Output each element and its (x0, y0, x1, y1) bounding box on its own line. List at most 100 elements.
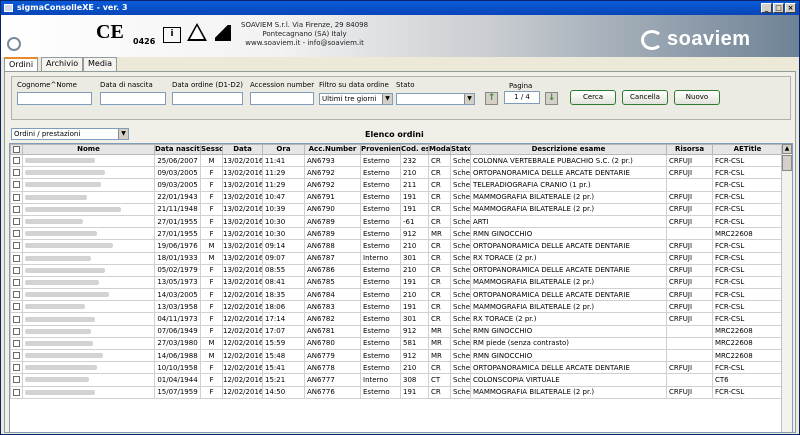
row-checkbox[interactable] (13, 376, 20, 384)
column-header-nome[interactable]: Nome (22, 144, 155, 155)
column-header-descrizione[interactable]: Descrizione esame (470, 144, 667, 155)
table-row[interactable]: 04/11/1973 F 12/02/2016 17:14 AN6782 Esterno 3… (10, 312, 783, 326)
aetitle-cell: FCR-CSL (712, 153, 783, 168)
table-row[interactable]: 27/01/1955 F 13/02/2016 10:30 AN6789 Esterno 9… (10, 227, 783, 241)
row-select-cell[interactable] (10, 288, 23, 302)
title-bar[interactable]: sigmaConsolleXE - ver. 3 _ □ × (1, 1, 799, 15)
row-checkbox[interactable] (13, 242, 20, 250)
accession-input[interactable] (250, 92, 314, 105)
column-header-stato[interactable]: Stato (450, 144, 471, 155)
list-type-select[interactable]: Ordini / prestazioni ▼ (11, 128, 129, 140)
table-row[interactable]: 15/07/1959 F 12/02/2016 14:50 AN6776 Esterno 1… (10, 385, 783, 399)
table-row[interactable]: 13/05/1973 F 13/02/2016 08:41 AN6785 Esterno 1… (10, 275, 783, 290)
table-row[interactable]: 14/06/1988 M 12/02/2016 15:48 AN6779 Esterno 9… (10, 348, 783, 363)
table-row[interactable]: 05/02/1979 F 13/02/2016 08:55 AN6786 Esterno 2… (10, 263, 783, 277)
column-header-modality[interactable]: Modality (428, 144, 451, 155)
row-checkbox[interactable] (13, 303, 20, 311)
row-select-cell[interactable] (10, 312, 23, 326)
table-row[interactable]: 07/06/1949 F 12/02/2016 17:07 AN6781 Esterno 9… (10, 324, 783, 338)
row-select-cell[interactable] (10, 178, 23, 192)
row-checkbox[interactable] (13, 218, 20, 226)
row-select-cell[interactable] (10, 153, 23, 168)
row-select-cell[interactable] (10, 251, 23, 265)
column-header-select[interactable] (10, 144, 23, 155)
row-select-cell[interactable] (10, 275, 23, 290)
row-select-cell[interactable] (10, 336, 23, 351)
table-row[interactable]: 01/04/1944 F 12/02/2016 15:21 AN6777 Interno 3… (10, 373, 783, 387)
vertical-scrollbar[interactable]: ▲ (781, 144, 792, 432)
redacted-name (25, 292, 109, 298)
row-select-cell[interactable] (10, 263, 23, 277)
search-button[interactable]: Cerca (570, 90, 616, 105)
row-select-cell[interactable] (10, 385, 23, 399)
select-all-checkbox[interactable] (13, 145, 20, 153)
minimize-button[interactable]: _ (761, 3, 772, 13)
tab-media[interactable]: Media (83, 57, 118, 71)
scroll-thumb[interactable] (782, 155, 792, 171)
maximize-button[interactable]: □ (773, 3, 784, 13)
row-select-cell[interactable] (10, 166, 23, 180)
table-row[interactable]: 10/10/1958 F 12/02/2016 15:41 AN6778 Esterno 2… (10, 361, 783, 375)
row-checkbox[interactable] (13, 169, 20, 177)
patient-name-input[interactable] (17, 92, 92, 105)
row-select-cell[interactable] (10, 324, 23, 338)
table-row[interactable]: 21/11/1948 F 13/02/2016 10:39 AN6790 Esterno 1… (10, 202, 783, 216)
order-date-input[interactable] (172, 92, 243, 105)
status-select[interactable]: ▼ (396, 93, 475, 105)
table-row[interactable]: 09/03/2005 F 13/02/2016 11:29 AN6792 Esterno 2… (10, 166, 783, 180)
row-checkbox[interactable] (13, 278, 20, 286)
table-row[interactable]: 09/03/2005 F 13/02/2016 11:29 AN6792 Esterno 2… (10, 178, 783, 192)
row-select-cell[interactable] (10, 300, 23, 314)
new-button[interactable]: Nuovo (674, 90, 720, 105)
page-down-button[interactable]: ↓ (545, 92, 558, 105)
row-checkbox[interactable] (13, 364, 20, 372)
row-checkbox[interactable] (13, 193, 20, 201)
row-checkbox[interactable] (13, 327, 20, 335)
column-header-data-nascita[interactable]: Data nascita (154, 144, 201, 155)
table-row[interactable]: 13/03/1958 F 12/02/2016 18:06 AN6783 Esterno 1… (10, 300, 783, 314)
table-row[interactable]: 14/03/2005 F 12/02/2016 18:35 AN6784 Esterno 2… (10, 288, 783, 302)
row-checkbox[interactable] (13, 352, 20, 360)
row-select-cell[interactable] (10, 202, 23, 216)
row-select-cell[interactable] (10, 227, 23, 241)
column-header-provenienza[interactable]: Provenienza (360, 144, 401, 155)
row-checkbox[interactable] (13, 266, 20, 274)
table-row[interactable]: 19/06/1976 M 13/02/2016 09:14 AN6788 Esterno 2… (10, 239, 783, 253)
row-select-cell[interactable] (10, 361, 23, 375)
row-select-cell[interactable] (10, 190, 23, 204)
row-checkbox[interactable] (13, 339, 20, 347)
row-select-cell[interactable] (10, 348, 23, 363)
row-select-cell[interactable] (10, 373, 23, 387)
row-checkbox[interactable] (13, 205, 20, 213)
row-select-cell[interactable] (10, 239, 23, 253)
tab-archivio[interactable]: Archivio (41, 57, 84, 71)
table-row[interactable]: 25/06/2007 M 13/02/2016 11:41 AN6793 Esterno 2… (10, 153, 783, 168)
date-filter-select[interactable]: Ultimi tre giorni ▼ (319, 93, 393, 105)
column-header-data[interactable]: Data (222, 144, 263, 155)
row-select-cell[interactable] (10, 214, 23, 229)
column-header-ora[interactable]: Ora (262, 144, 305, 155)
column-header-aetitle[interactable]: AETitle (712, 144, 783, 155)
table-row[interactable]: 27/03/1980 M 12/02/2016 15:59 AN6780 Esterno 5… (10, 336, 783, 351)
column-header-risorsa[interactable]: Risorsa (666, 144, 713, 155)
column-header-sesso[interactable]: Sesso (200, 144, 223, 155)
row-checkbox[interactable] (13, 157, 20, 165)
row-checkbox[interactable] (13, 315, 20, 323)
cancel-button[interactable]: Cancella (622, 90, 668, 105)
page-up-button[interactable]: ↑ (485, 92, 498, 105)
provenance-cell: Esterno (360, 348, 401, 363)
scroll-up-icon[interactable]: ▲ (782, 144, 792, 154)
row-checkbox[interactable] (13, 181, 20, 189)
table-row[interactable]: 22/01/1943 F 13/02/2016 10:47 AN6791 Esterno 1… (10, 190, 783, 204)
close-button[interactable]: × (785, 3, 796, 13)
table-row[interactable]: 18/01/1933 M 13/02/2016 09:07 AN6787 Interno 3… (10, 251, 783, 265)
birth-date-input[interactable] (100, 92, 166, 105)
row-checkbox[interactable] (13, 230, 20, 238)
row-checkbox[interactable] (13, 254, 20, 262)
table-row[interactable]: 27/01/1955 F 13/02/2016 10:30 AN6789 Esterno -… (10, 214, 783, 229)
row-checkbox[interactable] (13, 291, 20, 299)
column-header-cod-esame[interactable]: Cod. esame (400, 144, 429, 155)
column-header-acc-number[interactable]: Acc.Number (304, 144, 361, 155)
row-checkbox[interactable] (13, 388, 20, 396)
tab-ordini[interactable]: Ordini (4, 57, 39, 72)
